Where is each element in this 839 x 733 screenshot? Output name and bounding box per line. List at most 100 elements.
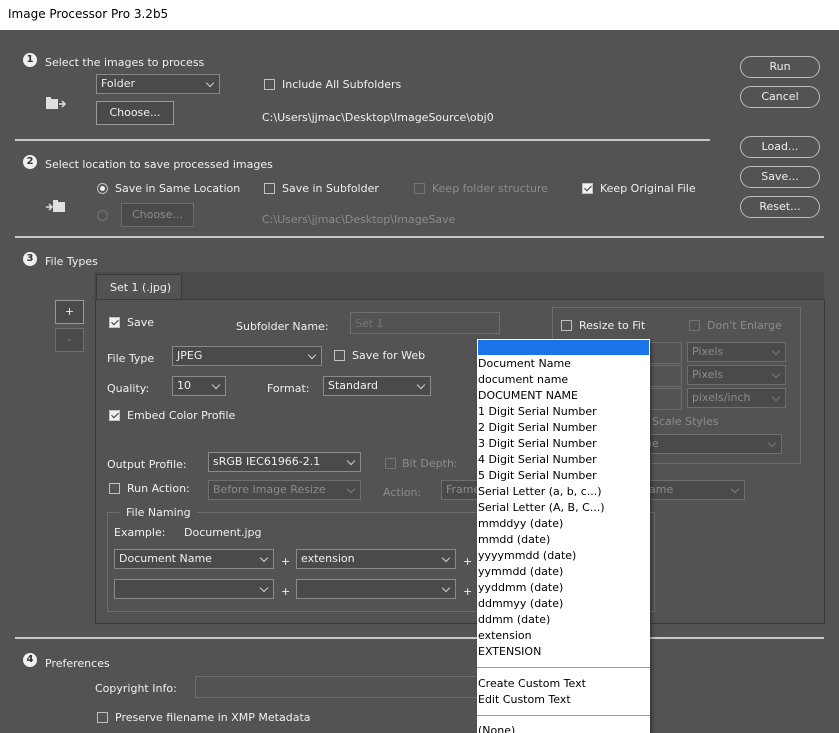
- dropdown-item[interactable]: Document Name: [478, 356, 649, 372]
- dropdown-item[interactable]: 4 Digit Serial Number: [478, 452, 649, 468]
- step-1-badge: 1: [23, 53, 37, 67]
- naming-row2-part1-select[interactable]: [114, 579, 274, 599]
- chevron-down-icon: [346, 484, 356, 494]
- dropdown-item[interactable]: yymmdd (date): [478, 564, 649, 580]
- dropdown-item-none[interactable]: (None): [478, 723, 649, 733]
- file-type-select[interactable]: JPEG: [172, 346, 322, 366]
- tab-set-1-label: Set 1 (.jpg): [110, 281, 172, 294]
- run-action-select[interactable]: Before Image Resize: [208, 480, 361, 500]
- dropdown-item[interactable]: ddmmyy (date): [478, 596, 649, 612]
- width-units-select[interactable]: Pixels: [687, 342, 786, 362]
- save-type-checkbox[interactable]: [109, 317, 120, 328]
- format-select[interactable]: Standard: [323, 376, 431, 396]
- step-4-badge: 4: [23, 653, 37, 667]
- section4-heading: Preferences: [45, 657, 110, 670]
- resize-to-fit-checkbox[interactable]: [561, 320, 572, 331]
- format-value: Standard: [328, 379, 379, 392]
- keep-original-checkbox[interactable]: [582, 183, 593, 194]
- save-in-subfolder-checkbox[interactable]: [264, 183, 275, 194]
- tab-set-1[interactable]: Set 1 (.jpg): [96, 274, 182, 300]
- run-button[interactable]: Run: [740, 56, 820, 78]
- copyright-label: Copyright Info:: [95, 682, 177, 695]
- choose-destination-button[interactable]: Choose...: [121, 203, 194, 227]
- load-button[interactable]: Load...: [740, 136, 820, 158]
- remove-set-button[interactable]: -: [55, 328, 84, 352]
- dropdown-highlighted-item[interactable]: [478, 340, 649, 355]
- dropdown-item[interactable]: document name: [478, 372, 649, 388]
- quality-label: Quality:: [107, 382, 150, 395]
- dropdown-item[interactable]: EXTENSION: [478, 644, 649, 660]
- subfolder-name-input[interactable]: [350, 312, 500, 334]
- other-location-radio[interactable]: [97, 210, 108, 221]
- example-value: Document.jpg: [184, 526, 262, 539]
- keep-folder-structure-checkbox[interactable]: [414, 183, 425, 194]
- chevron-down-icon: [441, 553, 451, 563]
- dropdown-item[interactable]: 5 Digit Serial Number: [478, 468, 649, 484]
- dropdown-item[interactable]: Edit Custom Text: [478, 692, 649, 708]
- dropdown-item[interactable]: DOCUMENT NAME: [478, 388, 649, 404]
- preserve-filename-checkbox[interactable]: [97, 712, 108, 723]
- dropdown-item[interactable]: extension: [478, 628, 649, 644]
- dropdown-item[interactable]: Serial Letter (A, B, C...): [478, 500, 649, 516]
- output-profile-label: Output Profile:: [107, 458, 187, 471]
- chevron-down-icon: [771, 392, 781, 402]
- dropdown-item[interactable]: 2 Digit Serial Number: [478, 420, 649, 436]
- run-action-checkbox[interactable]: [109, 483, 120, 494]
- folder-source-icon: [46, 97, 67, 109]
- file-type-label: File Type: [107, 352, 155, 365]
- resolution-units-value: pixels/inch: [692, 391, 751, 404]
- save-settings-button[interactable]: Save...: [740, 166, 820, 188]
- add-set-button[interactable]: +: [55, 300, 84, 324]
- plus-sign: +: [463, 585, 473, 598]
- file-type-value: JPEG: [177, 349, 203, 362]
- choose-source-button[interactable]: Choose...: [96, 101, 174, 125]
- copyright-input[interactable]: [195, 676, 485, 698]
- naming-dropdown-list[interactable]: Document Name document name DOCUMENT NAME 1…: [477, 339, 650, 733]
- naming-row1-part1-select[interactable]: Document Name: [114, 549, 274, 569]
- dropdown-item[interactable]: 3 Digit Serial Number: [478, 436, 649, 452]
- section1-heading: Select the images to process: [45, 56, 205, 69]
- dropdown-item[interactable]: mmddyy (date): [478, 516, 649, 532]
- plus-sign: +: [463, 555, 473, 568]
- save-for-web-checkbox[interactable]: [334, 350, 345, 361]
- embed-color-checkbox[interactable]: [109, 410, 120, 421]
- dropdown-item[interactable]: yyyymmdd (date): [478, 548, 649, 564]
- chevron-down-icon: [307, 350, 317, 360]
- resolution-units-select[interactable]: pixels/inch: [687, 388, 786, 408]
- folder-destination-icon: [46, 200, 65, 212]
- dropdown-item[interactable]: yyddmm (date): [478, 580, 649, 596]
- quality-value: 10: [177, 379, 191, 392]
- source-select[interactable]: Folder: [96, 74, 220, 94]
- chevron-down-icon: [771, 346, 781, 356]
- chevron-down-icon: [259, 553, 269, 563]
- bit-depth-checkbox[interactable]: [385, 458, 396, 469]
- chevron-down-icon: [730, 484, 740, 494]
- include-subfolders-checkbox[interactable]: [264, 79, 275, 90]
- dropdown-item[interactable]: Serial Letter (a, b, c...): [478, 484, 649, 500]
- height-units-select[interactable]: Pixels: [687, 365, 786, 385]
- dropdown-separator: [477, 715, 650, 716]
- same-location-radio[interactable]: [97, 183, 108, 194]
- dropdown-item[interactable]: mmdd (date): [478, 532, 649, 548]
- quality-select[interactable]: 10: [172, 376, 226, 396]
- output-profile-select[interactable]: sRGB IEC61966-2.1: [208, 452, 361, 472]
- resample-select[interactable]: ne: [640, 434, 782, 454]
- dont-enlarge-checkbox[interactable]: [689, 320, 700, 331]
- save-for-web-label: Save for Web: [352, 349, 426, 362]
- cancel-button[interactable]: Cancel: [740, 86, 820, 108]
- bit-depth-label: Bit Depth:: [402, 457, 458, 470]
- example-label: Example:: [114, 526, 166, 539]
- naming-row2-part2-select[interactable]: [296, 579, 456, 599]
- plus-sign: +: [281, 555, 291, 568]
- action-set-value: Frame: [446, 483, 481, 496]
- naming-row1-part2-select[interactable]: extension: [296, 549, 456, 569]
- step-2-badge: 2: [23, 155, 37, 169]
- reset-button[interactable]: Reset...: [740, 196, 820, 218]
- dropdown-item[interactable]: ddmm (date): [478, 612, 649, 628]
- resize-to-fit-label: Resize to Fit: [579, 319, 646, 332]
- dropdown-item[interactable]: Create Custom Text: [478, 676, 649, 692]
- action-select[interactable]: ame: [644, 480, 745, 500]
- action-set-select[interactable]: Frame: [441, 480, 481, 500]
- width-units-value: Pixels: [692, 345, 724, 358]
- dropdown-item[interactable]: 1 Digit Serial Number: [478, 404, 649, 420]
